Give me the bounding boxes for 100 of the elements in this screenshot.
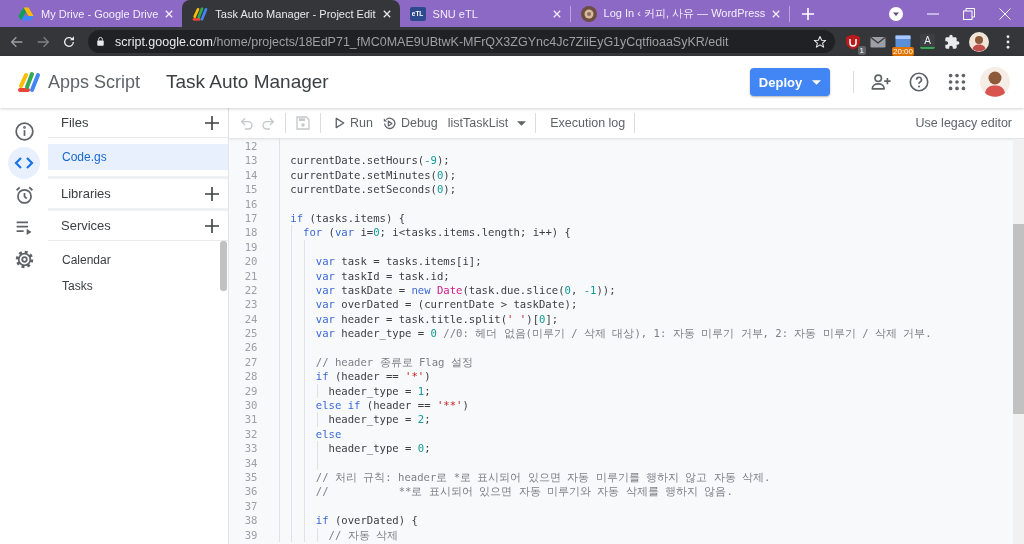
alarm-icon[interactable] — [13, 184, 35, 206]
code-line: var taskDate = new Date(task.due.slice(0, -1)); — [315, 282, 616, 298]
code-line: currentDate.setSeconds(0); — [290, 182, 457, 197]
add-icon[interactable] — [205, 186, 219, 201]
settings-icon[interactable] — [13, 248, 35, 270]
line-number: 19 — [244, 239, 258, 255]
code-line: var taskId = task.id; — [315, 268, 450, 283]
code-line: // 처리 규칙: header로 *로 표시되어 있으면 자동 미루기를 행하지 않고 자동 삭제. — [315, 470, 771, 485]
apps-grid-icon[interactable] — [946, 71, 968, 93]
line-number: 36 — [244, 484, 258, 499]
browser-tab[interactable]: Log In ‹ 커피, 사유 — WordPress — [570, 0, 790, 27]
legacy-editor-link[interactable]: Use legacy editor — [910, 111, 1017, 135]
lock-icon — [95, 36, 106, 47]
line-number: 28 — [244, 369, 258, 384]
code-line: // header 종류로 Flag 설정 — [315, 354, 473, 370]
avatar-icon[interactable] — [969, 31, 989, 52]
restore-icon[interactable] — [963, 7, 975, 20]
caret-circle-icon[interactable] — [889, 6, 903, 21]
line-number: 29 — [244, 383, 258, 399]
close-icon[interactable] — [382, 9, 391, 18]
add-person-icon[interactable] — [870, 71, 892, 93]
address-bar[interactable]: script.google.com/home/projects/18EdP71_fMC0MAE9UBtwK-MFrQX3ZGYnc4Jc7ZiiEyG1yCqtfioaaSyKR/edit — [88, 30, 835, 53]
code-line: var header_type = 0 //0: 헤더 없음(미루기 / 삭제 대상), 1: 자동 미루기 거부, 2: 자동 미루기 / 삭제 거부. — [315, 326, 932, 341]
line-number: 23 — [244, 297, 258, 312]
code-line: if (tasks.items) { — [290, 210, 406, 226]
code-line: header_type = 1; — [328, 383, 431, 399]
logo-icon[interactable] — [17, 70, 41, 94]
line-number: 20 — [244, 254, 258, 269]
code-line: currentDate.setHours(-9); — [290, 153, 450, 168]
browser-tab[interactable]: My Drive - Google Drive — [8, 0, 183, 27]
line-number: 22 — [244, 282, 258, 298]
section-title: Services — [61, 218, 111, 233]
help-icon[interactable] — [908, 71, 930, 93]
code-line: var header = task.title.split(' ')[0]; — [315, 311, 559, 327]
line-number: 30 — [244, 398, 258, 413]
line-number: 16 — [244, 196, 258, 211]
caret-icon — [517, 120, 527, 126]
line-number: 37 — [244, 498, 258, 514]
star-icon[interactable] — [813, 34, 827, 49]
logo-icon — [192, 5, 209, 22]
screen-icon[interactable] — [895, 33, 911, 50]
run-button[interactable]: Run — [330, 111, 378, 135]
play-icon — [335, 117, 345, 129]
section-title: Files — [61, 115, 89, 130]
shield-icon[interactable] — [845, 33, 861, 50]
sidebar-item[interactable]: Tasks — [48, 273, 220, 299]
line-number: 34 — [244, 455, 258, 470]
line-number: 13 — [244, 153, 258, 168]
line-number: 32 — [244, 426, 258, 442]
badge-count: 1 — [857, 45, 866, 55]
code-line: header_type = 2; — [328, 412, 431, 427]
line-number: 17 — [244, 210, 258, 226]
line-number: 31 — [244, 412, 258, 427]
caret-icon — [812, 79, 822, 85]
info-icon[interactable] — [13, 120, 35, 142]
execution-log-button[interactable]: Execution log — [545, 111, 631, 135]
line-number: 35 — [244, 470, 258, 485]
sidebar-item[interactable]: Calendar — [48, 247, 220, 273]
badge-count: 20:00 — [892, 46, 915, 56]
code-line: else if (header == '**') — [315, 398, 469, 413]
browser-tab[interactable]: Task Auto Manager - Project Edit — [182, 0, 400, 27]
more-icon[interactable] — [1006, 34, 1010, 49]
debug-icon — [382, 116, 396, 130]
code-icon[interactable] — [8, 147, 40, 179]
code-line: var task = tasks.items[i]; — [315, 254, 482, 269]
code-line: if (header == '*') — [315, 369, 431, 384]
debug-button[interactable]: Debug — [377, 111, 443, 135]
project-title[interactable]: Task Auto Manager — [166, 71, 329, 93]
avatar-icon[interactable] — [980, 67, 1010, 97]
extension-button[interactable]: A — [920, 34, 935, 49]
triangle-logo-icon — [18, 5, 34, 22]
code-line: var overDated = (currentDate > taskDate); — [315, 297, 578, 312]
scrollbar-thumb[interactable] — [220, 241, 227, 291]
line-number: 15 — [244, 182, 258, 197]
code-line: header_type = 0; — [328, 441, 431, 456]
line-number: 27 — [244, 354, 258, 370]
round-logo-icon — [580, 5, 597, 22]
code-line: // 자동 삭제 — [328, 527, 398, 542]
code-line: else — [315, 426, 342, 442]
line-number: 14 — [244, 167, 258, 183]
line-number: 12 — [244, 139, 258, 154]
scrollbar-thumb[interactable] — [1013, 224, 1024, 414]
line-number: 26 — [244, 340, 258, 355]
add-icon[interactable] — [205, 218, 219, 233]
puzzle-icon[interactable] — [944, 33, 960, 50]
sidebar-item[interactable]: Code.gs — [48, 144, 228, 170]
line-number: 18 — [244, 225, 258, 240]
code-line: for (var i=0; i<tasks.items.length; i++) { — [303, 225, 571, 240]
section-title: Libraries — [61, 186, 111, 201]
function-dropdown[interactable]: listTaskList — [442, 111, 532, 135]
line-number: 33 — [244, 441, 258, 456]
line-number: 39 — [244, 527, 258, 542]
deploy-button[interactable]: Deploy — [750, 68, 830, 96]
line-number: 25 — [244, 326, 258, 341]
code-line: currentDate.setMinutes(0); — [290, 167, 457, 183]
code-line: if (overDated) { — [315, 513, 418, 528]
line-number: 21 — [244, 268, 258, 283]
line-number: 38 — [244, 513, 258, 528]
product-name: Apps Script — [48, 71, 141, 93]
add-icon[interactable] — [205, 115, 219, 130]
